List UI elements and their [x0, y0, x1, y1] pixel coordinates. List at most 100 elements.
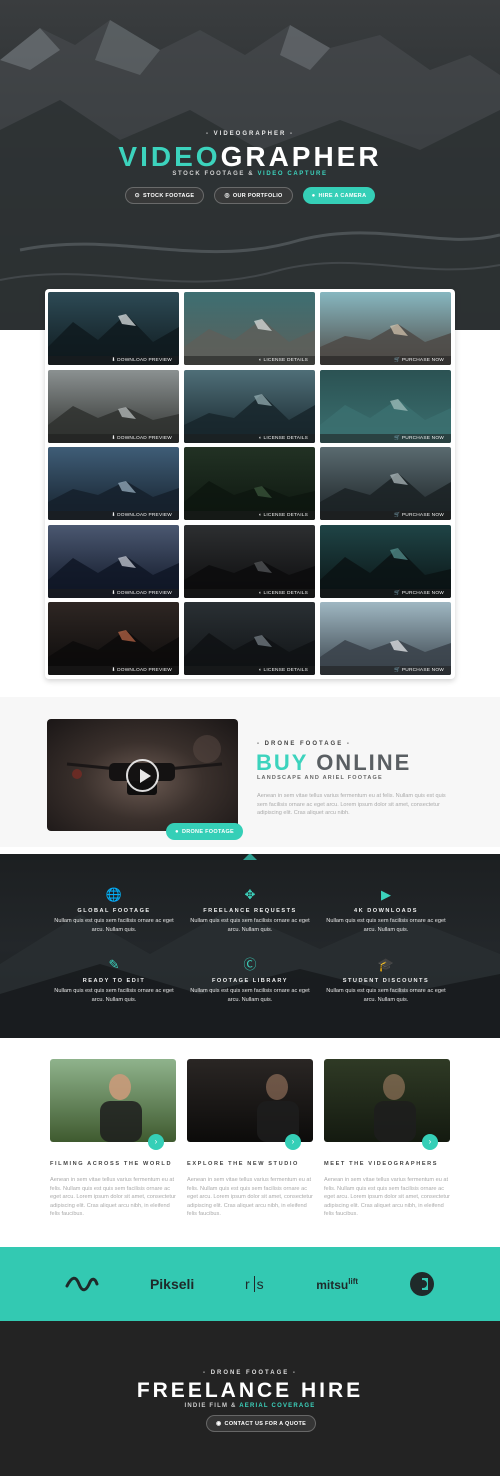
feature-text: Nullam quis est quis sem facilisis ornar…	[54, 988, 174, 1003]
gallery-tile[interactable]: ⬇ DOWNLOAD PREVIEW	[48, 369, 179, 443]
footer-overline: - DRONE FOOTAGE -	[203, 1370, 297, 1376]
gallery-tile[interactable]: 🛒 PURCHASE NOW	[320, 524, 451, 598]
buy-subtitle: LANDSCAPE AND ARIEL FOOTAGE	[257, 775, 383, 781]
footage-thumbnail	[184, 602, 315, 675]
tile-action-bar[interactable]: 🛒 PURCHASE NOW	[320, 511, 451, 520]
footage-thumbnail	[48, 292, 179, 365]
hero-title-rest: GRAPHER	[220, 141, 382, 172]
team-card[interactable]: › MEET THE VIDEOGRAPHERS Aenean in sem vit…	[324, 1059, 450, 1219]
contact-quote-label: CONTACT US FOR A QUOTE	[224, 1420, 307, 1427]
hero-subtitle: STOCK FOOTAGE & VIDEO CAPTURE	[0, 171, 500, 177]
footage-thumbnail	[48, 447, 179, 520]
cart-icon: 🛒	[394, 358, 402, 363]
gallery-tile[interactable]: ◐ LICENSE DETAILS	[184, 292, 315, 365]
feature-title: 4K DOWNLOADS	[354, 908, 418, 914]
wave-logo-icon	[65, 1276, 99, 1292]
circle-icon: ●	[175, 828, 179, 835]
graduation-cap-icon: 🎓	[377, 957, 395, 972]
tile-action-label: DOWNLOAD PREVIEW	[117, 435, 172, 441]
team-section: › FILMING ACROSS THE WORLD Aenean in sem v…	[0, 1038, 500, 1247]
footage-thumbnail	[320, 602, 451, 675]
arrow-right-icon[interactable]: ›	[285, 1134, 301, 1150]
play-circle-icon: ▶	[381, 887, 391, 902]
mitsulift-logo-sup: lift	[348, 1276, 359, 1286]
gallery-tile[interactable]: ⬇ DOWNLOAD PREVIEW	[48, 602, 179, 675]
gallery-grid: ⬇ DOWNLOAD PREVIEW ◐ LICENSE DETAILS 🛒 PUR…	[48, 292, 452, 675]
cart-icon: 🛒	[394, 668, 402, 673]
gallery-tile[interactable]: ◐ LICENSE DETAILS	[184, 524, 315, 598]
gallery-tile[interactable]: ◐ LICENSE DETAILS	[184, 602, 315, 675]
features-background	[0, 909, 500, 1038]
buy-title: BUY ONLINE	[256, 750, 411, 776]
tile-action-label: LICENSE DETAILS	[263, 590, 308, 596]
tile-action-label: DOWNLOAD PREVIEW	[117, 590, 172, 596]
tile-action-label: DOWNLOAD PREVIEW	[117, 513, 172, 518]
tile-action-bar[interactable]: ◐ LICENSE DETAILS	[184, 666, 315, 675]
gallery-tile[interactable]: 🛒 PURCHASE NOW	[320, 369, 451, 443]
footage-thumbnail	[48, 524, 179, 598]
feature-title: STUDENT DISCOUNTS	[342, 978, 430, 984]
gallery-tile[interactable]: 🛒 PURCHASE NOW	[320, 447, 451, 520]
tile-action-label: LICENSE DETAILS	[263, 513, 308, 518]
tile-action-bar[interactable]: ◐ LICENSE DETAILS	[184, 511, 315, 520]
tile-action-label: PURCHASE NOW	[401, 668, 444, 673]
tile-action-bar[interactable]: 🛒 PURCHASE NOW	[320, 588, 451, 598]
feature-title: FREELANCE REQUESTS	[203, 908, 297, 914]
tile-action-bar[interactable]: 🛒 PURCHASE NOW	[320, 433, 451, 443]
footer-subtitle-main: INDIE FILM &	[184, 1403, 237, 1409]
gallery-tile[interactable]: 🛒 PURCHASE NOW	[320, 292, 451, 365]
contact-quote-button[interactable]: ◉ CONTACT US FOR A QUOTE	[206, 1415, 317, 1432]
team-card-title: FILMING ACROSS THE WORLD	[50, 1161, 173, 1167]
tile-action-bar[interactable]: 🛒 PURCHASE NOW	[320, 356, 451, 365]
tile-action-bar[interactable]: ⬇ DOWNLOAD PREVIEW	[48, 433, 179, 443]
hero-section: - VIDEOGRAPHER - VIDEOGRAPHER STOCK FOOT…	[0, 0, 500, 330]
team-photo	[324, 1059, 450, 1142]
cart-icon: 🛒	[394, 513, 402, 518]
team-photo	[50, 1059, 176, 1142]
footage-thumbnail	[320, 524, 451, 598]
gallery-tile[interactable]: ◐ LICENSE DETAILS	[184, 369, 315, 443]
feature-item: Ⓒ FOOTAGE LIBRARY Nullam quis est quis sem…	[190, 957, 310, 1004]
crosshair-icon: ✥	[244, 887, 256, 902]
gallery-tile[interactable]: ⬇ DOWNLOAD PREVIEW	[48, 447, 179, 520]
hero-title-accent: VIDEO	[118, 141, 221, 172]
drone-footage-button[interactable]: ● DRONE FOOTAGE	[166, 823, 244, 840]
arrow-right-icon[interactable]: ›	[148, 1134, 164, 1150]
rs-logo-s: s	[256, 1276, 266, 1292]
gallery-tile[interactable]: 🛒 PURCHASE NOW	[320, 602, 451, 675]
map-pin-icon: ⊙	[134, 193, 140, 199]
tile-action-bar[interactable]: ⬇ DOWNLOAD PREVIEW	[48, 588, 179, 598]
arrow-right-icon[interactable]: ›	[422, 1134, 438, 1150]
gallery-tile[interactable]: ⬇ DOWNLOAD PREVIEW	[48, 524, 179, 598]
team-card[interactable]: › FILMING ACROSS THE WORLD Aenean in sem v…	[50, 1059, 176, 1219]
tile-action-bar[interactable]: ⬇ DOWNLOAD PREVIEW	[48, 356, 179, 365]
buy-paragraph: Aenean in sem vitae tellus varius fermen…	[257, 793, 446, 816]
footage-thumbnail	[320, 369, 451, 443]
tile-action-bar[interactable]: ⬇ DOWNLOAD PREVIEW	[48, 511, 179, 520]
drone-video-thumbnail[interactable]	[47, 719, 238, 831]
footage-thumbnail	[320, 447, 451, 520]
tile-action-bar[interactable]: ◐ LICENSE DETAILS	[184, 588, 315, 598]
hire-a-camera-button[interactable]: ● HIRE A CAMERA	[302, 187, 376, 204]
footage-thumbnail	[184, 369, 315, 443]
stock-footage-button[interactable]: ⊙ STOCK FOOTAGE	[124, 187, 205, 204]
tile-action-bar[interactable]: ⬇ DOWNLOAD PREVIEW	[48, 666, 179, 675]
feature-item: 🌐 GLOBAL FOOTAGE Nullam quis est quis sem …	[54, 887, 174, 934]
tile-action-bar[interactable]: ◐ LICENSE DETAILS	[184, 356, 315, 365]
gallery-tile[interactable]: ⬇ DOWNLOAD PREVIEW	[48, 292, 179, 365]
tile-action-bar[interactable]: 🛒 PURCHASE NOW	[320, 666, 451, 675]
buy-online-section: ● DRONE FOOTAGE - DRONE FOOTAGE - BUY ONL…	[0, 697, 500, 847]
footage-thumbnail	[48, 602, 179, 675]
feature-item: ✎ READY TO EDIT Nullam quis est quis sem f…	[54, 957, 174, 1004]
buy-title-rest: ONLINE	[316, 750, 412, 775]
play-button-icon[interactable]	[126, 759, 159, 792]
gallery-tile[interactable]: ◐ LICENSE DETAILS	[184, 447, 315, 520]
videographer-image	[324, 1059, 450, 1142]
our-portfolio-button[interactable]: ◎ OUR PORTFOLIO	[214, 187, 293, 204]
tile-action-bar[interactable]: ◐ LICENSE DETAILS	[184, 433, 315, 443]
team-card[interactable]: › EXPLORE THE NEW STUDIO Aenean in sem vit…	[187, 1059, 313, 1219]
compass-icon: ◎	[224, 193, 230, 199]
footage-thumbnail	[184, 447, 315, 520]
feature-text: Nullam quis est quis sem facilisis ornar…	[190, 988, 310, 1003]
hero-subtitle-main: STOCK FOOTAGE &	[172, 171, 255, 177]
